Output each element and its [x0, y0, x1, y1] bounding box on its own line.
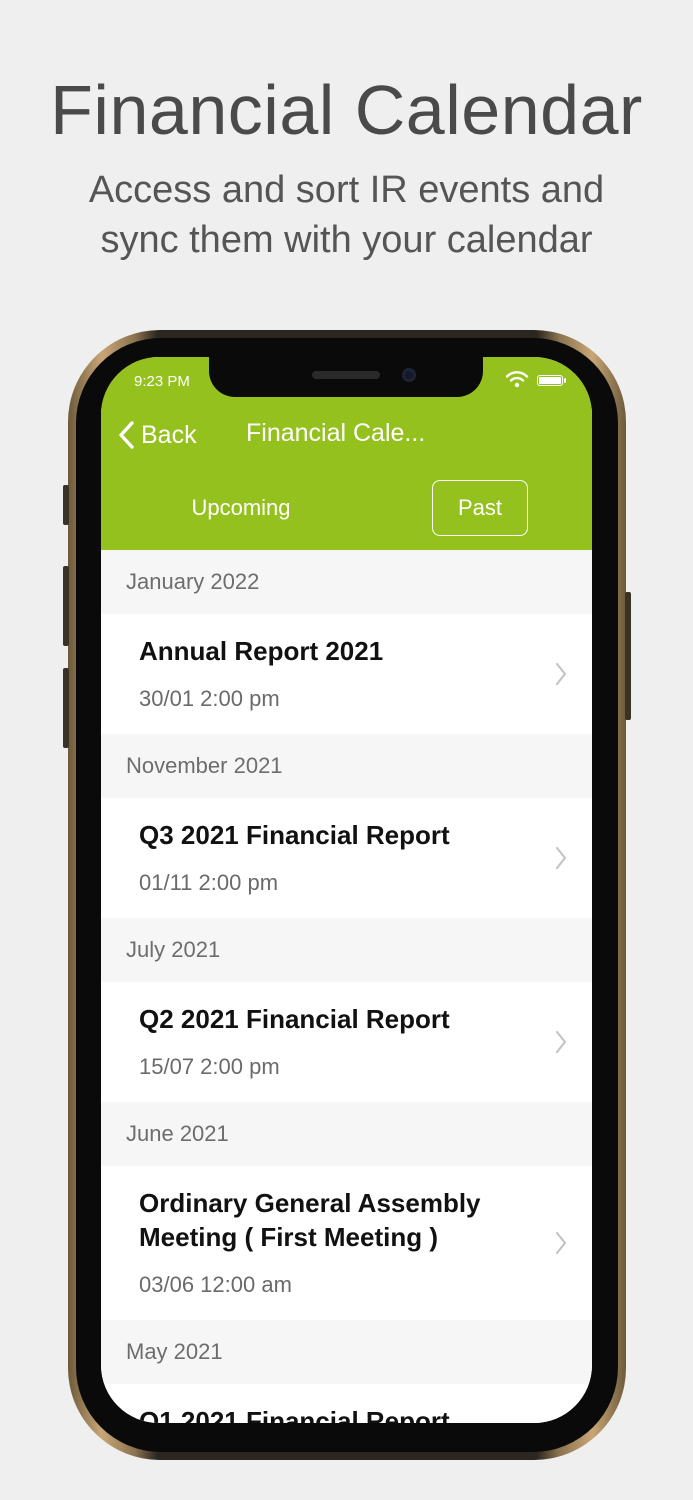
volume-down-button — [63, 668, 69, 748]
tab-upcoming[interactable]: Upcoming — [171, 480, 311, 536]
status-time: 9:23 PM — [134, 373, 190, 390]
back-label: Back — [141, 420, 197, 449]
event-date: 15/07 2:00 pm — [139, 1054, 280, 1079]
wifi-icon — [505, 371, 529, 388]
section-header: November 2021 — [101, 734, 592, 798]
event-row[interactable]: Annual Report 2021 30/01 2:00 pm — [101, 614, 592, 734]
event-title: Q2 2021 Financial Report — [139, 1004, 450, 1034]
battery-icon — [537, 375, 563, 386]
chevron-right-icon — [555, 1231, 567, 1255]
power-button — [625, 592, 631, 720]
nav-title: Financial Cale... — [246, 419, 426, 447]
event-date: 01/11 2:00 pm — [139, 870, 279, 895]
event-date: 30/01 2:00 pm — [139, 686, 280, 711]
section-header: May 2021 — [101, 1320, 592, 1384]
event-row[interactable]: Q3 2021 Financial Report 01/11 2:00 pm — [101, 798, 592, 918]
event-date: 03/06 12:00 am — [139, 1272, 292, 1297]
promo-subline: Access and sort IR events and sync them … — [88, 169, 605, 261]
camera — [402, 368, 416, 382]
section-header: June 2021 — [101, 1102, 592, 1166]
event-row[interactable]: Q2 2021 Financial Report 15/07 2:00 pm — [101, 982, 592, 1102]
event-row[interactable]: Ordinary General Assembly Meeting ( Firs… — [101, 1166, 592, 1320]
event-title: Ordinary General Assembly Meeting ( Firs… — [139, 1188, 481, 1252]
back-button[interactable]: Back — [115, 418, 197, 452]
promo-headline: Financial Calendar — [50, 71, 643, 149]
volume-up-button — [63, 566, 69, 646]
tab-past[interactable]: Past — [432, 480, 528, 536]
event-row[interactable]: Q1 2021 Financial Report — [101, 1384, 592, 1423]
mute-switch — [63, 485, 69, 525]
event-title: Annual Report 2021 — [139, 636, 384, 666]
section-header: July 2021 — [101, 918, 592, 982]
battery-tip — [564, 378, 566, 383]
chevron-right-icon — [555, 662, 567, 686]
app-screen: 9:23 PM Back Financial Cale... Upcoming … — [101, 357, 592, 1423]
chevron-right-icon — [555, 846, 567, 870]
notch — [209, 357, 483, 397]
section-header: January 2022 — [101, 550, 592, 614]
event-list: January 2022 Annual Report 2021 30/01 2:… — [101, 550, 592, 1423]
event-title: Q1 2021 Financial Report — [139, 1406, 450, 1423]
speaker — [312, 371, 380, 379]
event-title: Q3 2021 Financial Report — [139, 820, 450, 850]
chevron-left-icon — [119, 421, 134, 449]
chevron-right-icon — [555, 1030, 567, 1054]
